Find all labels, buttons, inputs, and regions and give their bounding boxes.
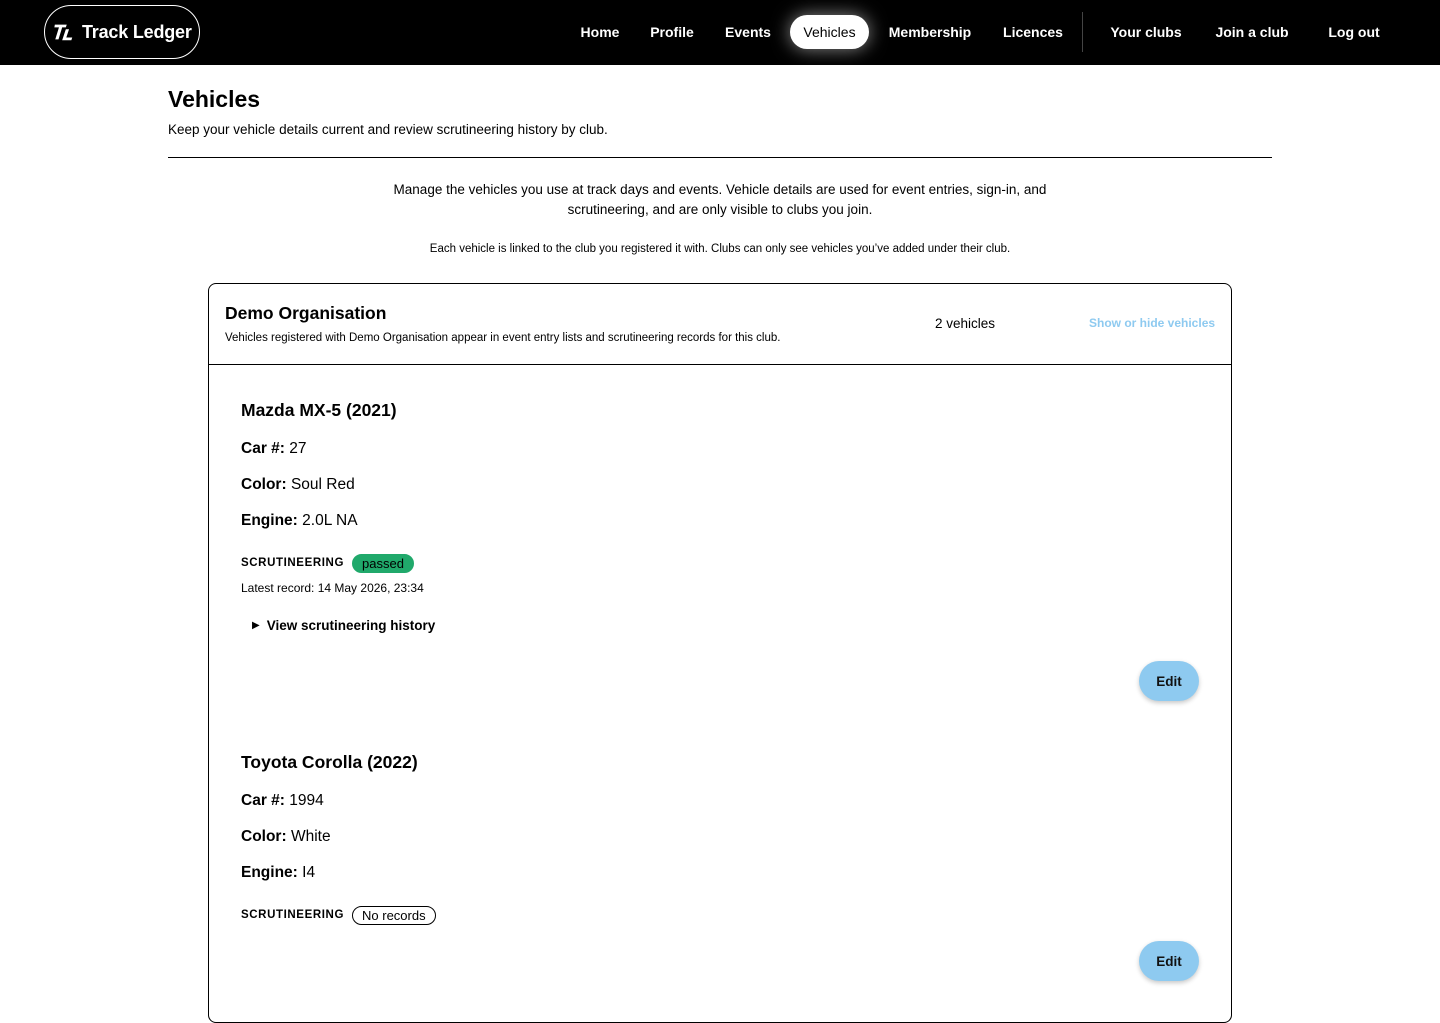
- engine-value: I4: [302, 864, 316, 881]
- club-header: Demo Organisation Vehicles registered wi…: [209, 284, 1231, 365]
- nav-events[interactable]: Events: [714, 15, 782, 49]
- color-label: Color:: [241, 828, 287, 845]
- brand-logo[interactable]: Track Ledger: [44, 5, 200, 59]
- engine-value: 2.0L NA: [302, 512, 358, 529]
- engine-label: Engine:: [241, 512, 298, 529]
- edit-vehicle-button[interactable]: Edit: [1139, 661, 1199, 701]
- status-badge: No records: [352, 905, 436, 925]
- color-value: White: [290, 828, 331, 845]
- color-value: Soul Red: [290, 476, 355, 493]
- nav-profile[interactable]: Profile: [640, 15, 704, 49]
- status-badge: passed: [352, 553, 414, 573]
- intro-text: Manage the vehicles you use at track day…: [393, 182, 1047, 217]
- vehicle-count: 2 vehicles: [935, 316, 996, 331]
- scrutineering-history-toggle[interactable]: ▶ View scrutineering history: [252, 618, 435, 633]
- page-title: Vehicles: [168, 86, 261, 112]
- nav-licences[interactable]: Licences: [992, 15, 1074, 49]
- nav-home[interactable]: Home: [568, 15, 632, 49]
- nav-membership[interactable]: Membership: [878, 15, 982, 49]
- engine-label: Engine:: [241, 864, 298, 881]
- scrutineering-status-row: SCRUTINEERING No records: [241, 905, 436, 925]
- vehicle-engine: Engine: I4: [241, 864, 315, 882]
- tl-monogram-icon: [54, 24, 73, 41]
- car-number-label: Car #:: [241, 440, 285, 457]
- nav-your-clubs[interactable]: Your clubs: [1100, 15, 1192, 49]
- brand-name: Track Ledger: [82, 21, 192, 42]
- page-subtitle: Keep your vehicle details current and re…: [168, 122, 608, 137]
- car-number-value: 1994: [289, 792, 324, 809]
- scrutineering-label: SCRUTINEERING: [241, 557, 345, 569]
- club-visibility-note: Each vehicle is linked to the club you r…: [429, 243, 1011, 255]
- nav-log-out[interactable]: Log out: [1316, 15, 1392, 49]
- club-card: Demo Organisation Vehicles registered wi…: [208, 283, 1232, 1023]
- triangle-right-icon: ▶: [252, 620, 260, 631]
- edit-vehicle-button[interactable]: Edit: [1139, 941, 1199, 981]
- nav-divider: [1082, 12, 1083, 52]
- car-number-label: Car #:: [241, 792, 285, 809]
- history-label: View scrutineering history: [266, 618, 436, 633]
- vehicle-color: Color: White: [241, 828, 331, 846]
- vehicle-car-number: Car #: 27: [241, 440, 307, 458]
- vehicle-color: Color: Soul Red: [241, 476, 355, 494]
- toggle-vehicles-link[interactable]: Show or hide vehicles: [1089, 316, 1215, 330]
- header-divider: [168, 157, 1272, 158]
- top-navigation-bar: Track Ledger Home Profile Events Vehicle…: [0, 0, 1440, 65]
- vehicle-title: Mazda MX-5 (2021): [241, 400, 397, 420]
- scrutineering-status-row: SCRUTINEERING passed: [241, 553, 414, 573]
- club-description: Vehicles registered with Demo Organisati…: [225, 332, 781, 344]
- scrutineering-label: SCRUTINEERING: [241, 909, 345, 921]
- car-number-value: 27: [289, 440, 307, 457]
- color-label: Color:: [241, 476, 287, 493]
- club-name: Demo Organisation: [225, 303, 387, 323]
- vehicle-title: Toyota Corolla (2022): [241, 752, 418, 772]
- nav-vehicles[interactable]: Vehicles: [790, 15, 869, 49]
- nav-join-a-club[interactable]: Join a club: [1204, 15, 1300, 49]
- vehicle-engine: Engine: 2.0L NA: [241, 512, 358, 530]
- vehicle-car-number: Car #: 1994: [241, 792, 324, 810]
- latest-record: Latest record: 14 May 2026, 23:34: [241, 581, 424, 595]
